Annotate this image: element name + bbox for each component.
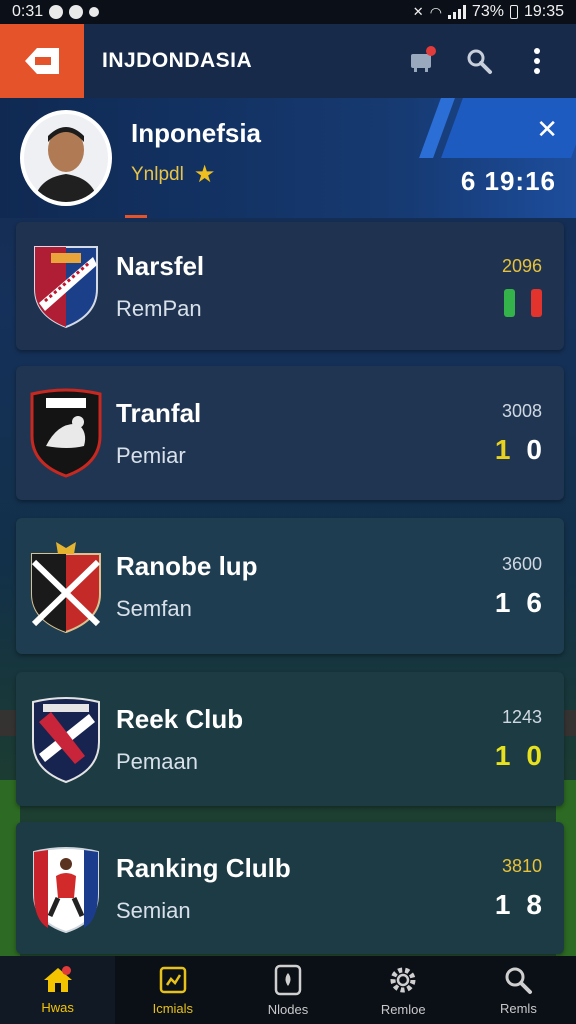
notification-icon (69, 5, 84, 19)
clipboard-icon (159, 966, 187, 993)
notification-icon (89, 7, 100, 17)
score-row: 1 0 (444, 740, 542, 772)
player-subtitle: Ynlpdl (131, 163, 184, 185)
nav-matches[interactable]: Icmials (115, 956, 230, 1024)
wifi-icon: ◠ (429, 3, 442, 20)
team-year: 3008 (501, 400, 542, 421)
team-name: Narsfel (116, 250, 205, 281)
status-time-left: 0:31 (12, 3, 44, 20)
team-role: Semfan (116, 595, 192, 621)
nav-label: Nlodes (267, 1001, 309, 1017)
team-card[interactable]: Narsfel RemPan 2096 (16, 222, 564, 350)
score-row: 1 6 (444, 587, 542, 619)
nav-nodes[interactable]: Nlodes (230, 956, 345, 1024)
team-name: Ranobe lup (116, 550, 258, 581)
profile-header: Inponefsia Ynlpdl ★ ✕ 6 19:16 (0, 98, 576, 218)
team-name: Tranfal (116, 397, 202, 428)
team-card[interactable]: Ranobe lup Semfan 3600 1 6 (16, 518, 564, 654)
signal-icon (447, 5, 466, 19)
player-subtitle-row: Ynlpdl ★ (131, 160, 215, 189)
crest-navy-red-icon (16, 672, 116, 806)
team-name: Ranking Clulb (116, 852, 291, 883)
notification-icon (49, 5, 64, 19)
score-away: 0 (526, 739, 542, 771)
battery-icon (509, 5, 518, 19)
notification-badge (62, 966, 71, 975)
crest-red-black-icon (16, 518, 116, 654)
crest-black-white-icon (16, 366, 116, 500)
more-vert-icon[interactable] (522, 46, 552, 76)
score-pill-red (531, 288, 542, 317)
nav-label: Hwas (41, 999, 74, 1015)
team-role: RemPan (116, 295, 202, 321)
score-pill-green (504, 288, 515, 317)
team-card[interactable]: Ranking Clulb Semian 3810 1 8 (16, 822, 564, 954)
team-role: Semian (116, 897, 191, 923)
close-icon[interactable]: ✕ (536, 114, 558, 145)
avatar[interactable] (20, 110, 112, 206)
team-name: Reek Club (116, 703, 244, 734)
player-name: Inponefsia (131, 118, 262, 148)
nav-settings[interactable]: Remloe (346, 956, 461, 1024)
nav-label: Remls (499, 1000, 537, 1016)
search-icon (505, 967, 533, 994)
status-time-right: 19:35 (523, 3, 564, 20)
team-year: 3600 (501, 553, 542, 574)
score-row: 1 8 (444, 889, 542, 921)
team-year: 3810 (501, 855, 542, 876)
score-away: 6 (526, 586, 542, 618)
app-bar: INJDONDASIA (0, 24, 576, 98)
team-role: Pemiar (116, 442, 186, 468)
search-icon[interactable] (464, 46, 494, 76)
score-home: 1 (494, 586, 511, 618)
nav-label: Remloe (380, 1001, 426, 1017)
team-role: Pemaan (116, 748, 198, 774)
team-card[interactable]: Tranfal Pemiar 3008 1 0 (16, 366, 564, 500)
score-home: 1 (494, 433, 511, 465)
cart-icon[interactable] (406, 46, 436, 76)
mute-icon: ✕ (412, 4, 424, 19)
app-logo-icon[interactable] (0, 24, 84, 98)
status-bar: 0:31 ✕ ◠ 73% 19:35 (0, 0, 576, 24)
app-title: INJDONDASIA (102, 49, 253, 72)
nav-search[interactable]: Remls (461, 956, 576, 1024)
score-indicators (444, 288, 542, 317)
score-away: 0 (526, 433, 542, 465)
star-icon: ★ (193, 161, 216, 188)
crest-red-white-blue-icon (16, 822, 116, 954)
tab-indicator (125, 215, 147, 218)
nav-label: Icmials (152, 1000, 194, 1016)
nav-home[interactable]: Hwas (0, 956, 116, 1024)
team-year: 2096 (501, 255, 542, 276)
bottom-nav: Hwas Icmials Nlodes Remloe Remls (0, 956, 576, 1024)
score-home: 1 (494, 739, 511, 771)
profile-score: 6 19:16 (460, 166, 556, 196)
score-away: 8 (526, 888, 542, 920)
crest-red-blue-icon (16, 222, 116, 350)
battery-level: 73% (471, 3, 504, 20)
gear-icon (390, 967, 416, 992)
card-icon (274, 964, 302, 995)
score-home: 1 (494, 888, 511, 920)
team-year: 1243 (501, 706, 542, 727)
team-card[interactable]: Reek Club Pemaan 1243 1 0 (16, 672, 564, 806)
score-row: 1 0 (444, 434, 542, 466)
notification-badge (426, 46, 436, 56)
